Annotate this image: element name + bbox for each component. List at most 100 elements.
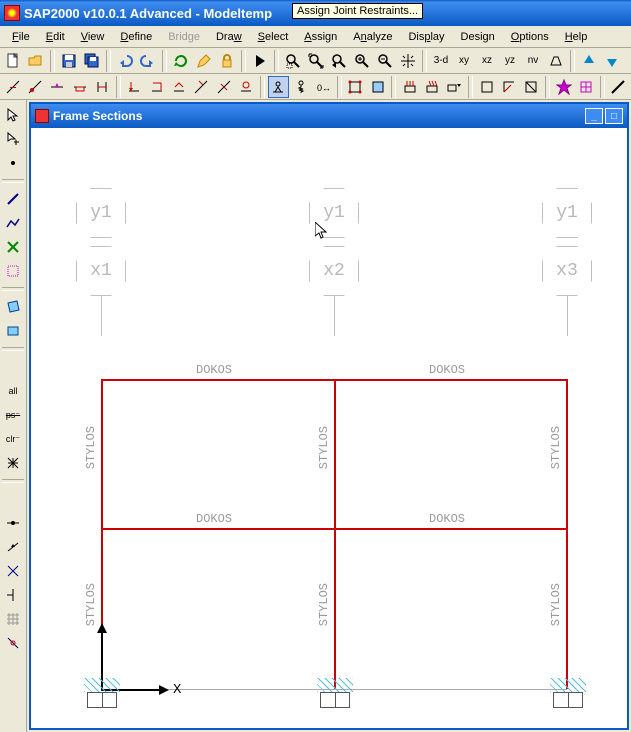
draw-toolbar: all ps⁻ clr⁻	[0, 100, 27, 732]
snap-grid-button[interactable]	[2, 608, 24, 630]
draw-quad-button[interactable]	[2, 296, 24, 318]
separator-3	[2, 488, 24, 510]
column-mid[interactable]	[334, 379, 336, 689]
draw-grid-button[interactable]	[2, 260, 24, 282]
app-title: SAP2000 v10.0.1 Advanced - Modeltemp	[24, 6, 272, 21]
assign-frame5-button[interactable]	[91, 76, 112, 98]
line-button[interactable]	[608, 76, 629, 98]
select-move-button[interactable]	[2, 128, 24, 150]
zoom-out-button[interactable]	[374, 50, 396, 72]
save-button[interactable]	[58, 50, 80, 72]
view-3d-button[interactable]: 3-d	[430, 50, 452, 72]
area-load2-button[interactable]	[421, 76, 442, 98]
separator	[50, 50, 55, 72]
separator	[260, 76, 265, 98]
assign-load6-button[interactable]	[235, 76, 256, 98]
shape2-button[interactable]	[498, 76, 519, 98]
separator	[337, 76, 342, 98]
shape1-button[interactable]	[476, 76, 497, 98]
menu-assign[interactable]: Assign	[296, 29, 345, 45]
draw-line-button[interactable]	[2, 188, 24, 210]
joint-restraint-button[interactable]	[268, 76, 289, 98]
snap-perp-button[interactable]	[2, 584, 24, 606]
area-load1-button[interactable]	[399, 76, 420, 98]
menu-draw[interactable]: Draw	[208, 29, 250, 45]
menu-design[interactable]: Design	[453, 29, 503, 45]
zoom-previous-button[interactable]	[328, 50, 350, 72]
zoom-window-button[interactable]	[282, 50, 304, 72]
draw-cross-button[interactable]	[2, 236, 24, 258]
snap-other-button[interactable]	[2, 632, 24, 654]
support-3[interactable]	[553, 692, 583, 708]
assign-frame1-button[interactable]	[2, 76, 23, 98]
refresh-button[interactable]	[170, 50, 192, 72]
assign-load3-button[interactable]	[168, 76, 189, 98]
snap-point-button[interactable]	[2, 512, 24, 534]
assign-frame2-button[interactable]	[24, 76, 45, 98]
draw-polyline-button[interactable]	[2, 212, 24, 234]
joint-mass-button[interactable]: 0↔1	[312, 76, 333, 98]
view-xz-button[interactable]: xz	[476, 50, 498, 72]
view-xy-button[interactable]: xy	[453, 50, 475, 72]
assign-load1-button[interactable]	[124, 76, 145, 98]
shape3-button[interactable]	[521, 76, 542, 98]
clr-label[interactable]: clr⁻	[2, 428, 24, 450]
grid-icon-button[interactable]	[575, 76, 596, 98]
maximize-button[interactable]: □	[605, 108, 623, 124]
support-2[interactable]	[320, 692, 350, 708]
pencil-button[interactable]	[193, 50, 215, 72]
support-1[interactable]	[87, 692, 117, 708]
beam-label-4: DOKOS	[429, 512, 465, 526]
toolbar-assign: 0↔1 Assign Joint Restraints...	[0, 74, 631, 100]
snap-mid-button[interactable]	[2, 536, 24, 558]
menu-define[interactable]: Define	[112, 29, 160, 45]
menu-options[interactable]: Options	[503, 29, 557, 45]
menu-analyze[interactable]: Analyze	[345, 29, 400, 45]
node-button[interactable]	[2, 152, 24, 174]
all-label[interactable]: all	[2, 380, 24, 402]
assign-frame3-button[interactable]	[47, 76, 68, 98]
save-all-button[interactable]	[81, 50, 103, 72]
axis-x-arrow	[159, 685, 169, 695]
joint-spring-button[interactable]	[290, 76, 311, 98]
draw-rect-button[interactable]	[2, 320, 24, 342]
undo-button[interactable]	[114, 50, 136, 72]
menu-help[interactable]: Help	[557, 29, 596, 45]
perspective-button[interactable]	[545, 50, 567, 72]
assign-load5-button[interactable]	[213, 76, 234, 98]
pointer-button[interactable]	[2, 104, 24, 126]
move-down-button[interactable]	[601, 50, 623, 72]
snap-x-button[interactable]	[2, 560, 24, 582]
new-file-button[interactable]	[2, 50, 24, 72]
assign-load4-button[interactable]	[191, 76, 212, 98]
move-up-button[interactable]	[578, 50, 600, 72]
assign-frame4-button[interactable]	[69, 76, 90, 98]
assign-load2-button[interactable]	[146, 76, 167, 98]
menu-edit[interactable]: Edit	[38, 29, 73, 45]
view-yz-button[interactable]: yz	[499, 50, 521, 72]
app-icon	[4, 5, 20, 21]
lock-button[interactable]	[216, 50, 238, 72]
pan-button[interactable]	[397, 50, 419, 72]
zoom-in-button[interactable]	[351, 50, 373, 72]
area-section1-button[interactable]	[345, 76, 366, 98]
minimize-button[interactable]: _	[585, 108, 603, 124]
doc-app-icon	[35, 109, 49, 123]
area-section2-button[interactable]	[367, 76, 388, 98]
menu-file[interactable]: File	[4, 29, 38, 45]
run-button[interactable]	[249, 50, 271, 72]
document-title-bar: Frame Sections _ □	[31, 104, 627, 128]
model-canvas[interactable]: y1 x1 y1 x2 y1 x3 DOKOS DOKOS D	[31, 128, 627, 728]
redo-button[interactable]	[137, 50, 159, 72]
separator	[2, 287, 24, 291]
ps-label[interactable]: ps⁻	[2, 404, 24, 426]
menu-select[interactable]: Select	[250, 29, 297, 45]
open-file-button[interactable]	[25, 50, 47, 72]
area-load3-dropdown[interactable]	[444, 76, 465, 98]
menu-view[interactable]: View	[73, 29, 113, 45]
column-right[interactable]	[566, 379, 568, 689]
star-button[interactable]	[553, 76, 574, 98]
intersect-button[interactable]	[2, 452, 24, 474]
menu-display[interactable]: Display	[400, 29, 452, 45]
zoom-extents-button[interactable]	[305, 50, 327, 72]
